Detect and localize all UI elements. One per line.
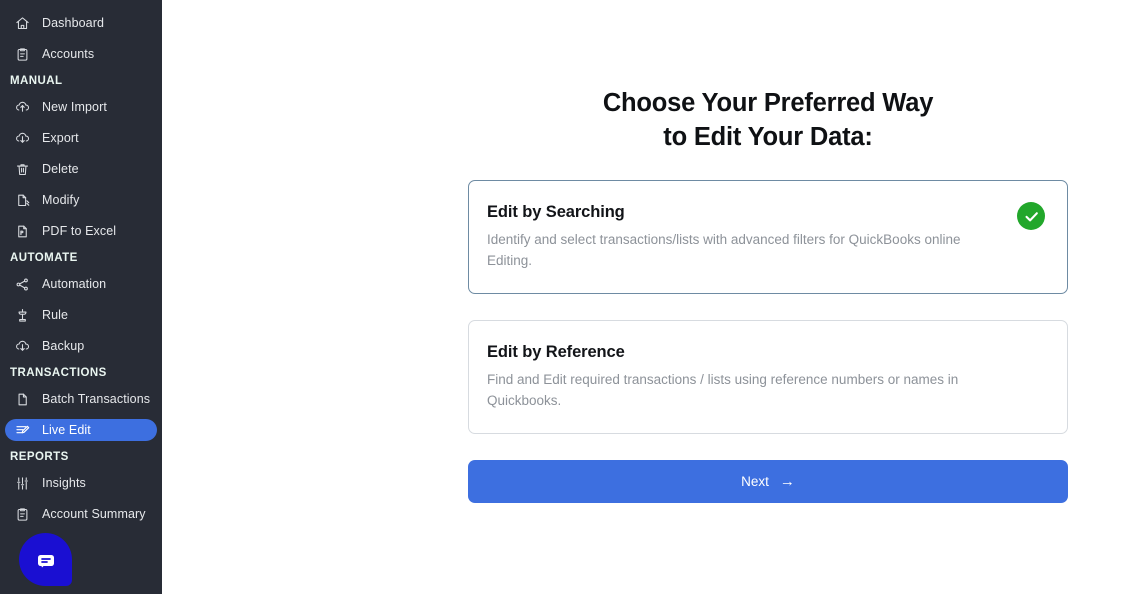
option-title: Edit by Reference bbox=[487, 343, 625, 361]
sidebar-item-label: Delete bbox=[42, 162, 79, 176]
sidebar-item-batch-transactions[interactable]: Batch Transactions bbox=[5, 388, 157, 410]
wizard-panel: Choose Your Preferred Way to Edit Your D… bbox=[468, 0, 1068, 503]
option-card-edit-by-searching[interactable]: Edit by Searching Identify and select tr… bbox=[468, 180, 1068, 294]
sidebar-item-dashboard[interactable]: Dashboard bbox=[5, 12, 157, 34]
sidebar-item-pdf-to-excel[interactable]: PDF to Excel bbox=[5, 220, 157, 242]
sidebar-section-automate: AUTOMATE bbox=[10, 252, 78, 264]
live-edit-icon bbox=[14, 422, 31, 439]
sidebar-item-modify[interactable]: Modify bbox=[5, 189, 157, 211]
sidebar-item-label: Export bbox=[42, 131, 79, 145]
download-cloud-icon bbox=[14, 338, 31, 355]
arrow-right-icon: → bbox=[779, 473, 795, 490]
sidebar-section-manual: MANUAL bbox=[10, 75, 63, 87]
next-button[interactable]: Next → bbox=[468, 460, 1068, 503]
sidebar-item-delete[interactable]: Delete bbox=[5, 158, 157, 180]
sidebar-item-label: Modify bbox=[42, 193, 80, 207]
sidebar-item-account-summary[interactable]: Account Summary bbox=[5, 503, 157, 525]
option-description: Find and Edit required transactions / li… bbox=[487, 372, 959, 408]
main-content: Choose Your Preferred Way to Edit Your D… bbox=[162, 0, 1147, 594]
sidebar-item-label: Automation bbox=[42, 277, 107, 291]
upload-cloud-icon bbox=[14, 99, 31, 116]
sidebar-item-live-edit[interactable]: Live Edit bbox=[5, 419, 157, 441]
sidebar-item-accounts[interactable]: Accounts bbox=[5, 43, 157, 65]
app-root: Dashboard Accounts MANUAL New Import Exp… bbox=[0, 0, 1147, 594]
sidebar-item-label: Live Edit bbox=[42, 423, 91, 437]
option-description: Identify and select transactions/lists w… bbox=[487, 232, 961, 268]
sidebar-item-insights[interactable]: Insights bbox=[5, 472, 157, 494]
home-icon bbox=[14, 15, 31, 32]
clipboard-icon bbox=[14, 46, 31, 63]
option-card-edit-by-reference[interactable]: Edit by Reference Find and Edit required… bbox=[468, 320, 1068, 434]
next-button-label: Next bbox=[741, 474, 769, 489]
option-title: Edit by Searching bbox=[487, 203, 625, 221]
share-nodes-icon bbox=[14, 276, 31, 293]
trash-icon bbox=[14, 161, 31, 178]
sidebar-item-label: Insights bbox=[42, 476, 86, 490]
sidebar-item-automation[interactable]: Automation bbox=[5, 273, 157, 295]
sidebar-item-label: PDF to Excel bbox=[42, 224, 117, 238]
page-title-line2: to Edit Your Data: bbox=[663, 123, 873, 151]
sidebar-section-transactions: TRANSACTIONS bbox=[10, 367, 107, 379]
sidebar-item-backup[interactable]: Backup bbox=[5, 335, 157, 357]
sliders-icon bbox=[14, 475, 31, 492]
rule-stamp-icon bbox=[14, 307, 31, 324]
sidebar-item-label: Accounts bbox=[42, 47, 95, 61]
sidebar-section-reports: REPORTS bbox=[10, 451, 69, 463]
chat-bubble-icon bbox=[34, 548, 58, 572]
check-circle-icon bbox=[1017, 202, 1045, 230]
chat-widget-button[interactable] bbox=[19, 533, 72, 586]
sidebar-item-export[interactable]: Export bbox=[5, 127, 157, 149]
sidebar-item-label: Account Summary bbox=[42, 507, 146, 521]
sidebar-item-label: New Import bbox=[42, 100, 107, 114]
sidebar-item-label: Rule bbox=[42, 308, 69, 322]
sidebar-item-rule[interactable]: Rule bbox=[5, 304, 157, 326]
file-edit-icon bbox=[14, 192, 31, 209]
sidebar-item-label: Batch Transactions bbox=[42, 392, 151, 406]
download-cloud-icon bbox=[14, 130, 31, 147]
document-icon bbox=[14, 391, 31, 408]
sidebar: Dashboard Accounts MANUAL New Import Exp… bbox=[0, 0, 162, 594]
page-title: Choose Your Preferred Way to Edit Your D… bbox=[468, 86, 1068, 154]
pdf-file-icon bbox=[14, 223, 31, 240]
page-title-line1: Choose Your Preferred Way bbox=[602, 89, 934, 117]
sidebar-item-label: Dashboard bbox=[42, 16, 105, 30]
sidebar-item-new-import[interactable]: New Import bbox=[5, 96, 157, 118]
sidebar-item-label: Backup bbox=[42, 339, 85, 353]
clipboard-icon bbox=[14, 506, 31, 523]
